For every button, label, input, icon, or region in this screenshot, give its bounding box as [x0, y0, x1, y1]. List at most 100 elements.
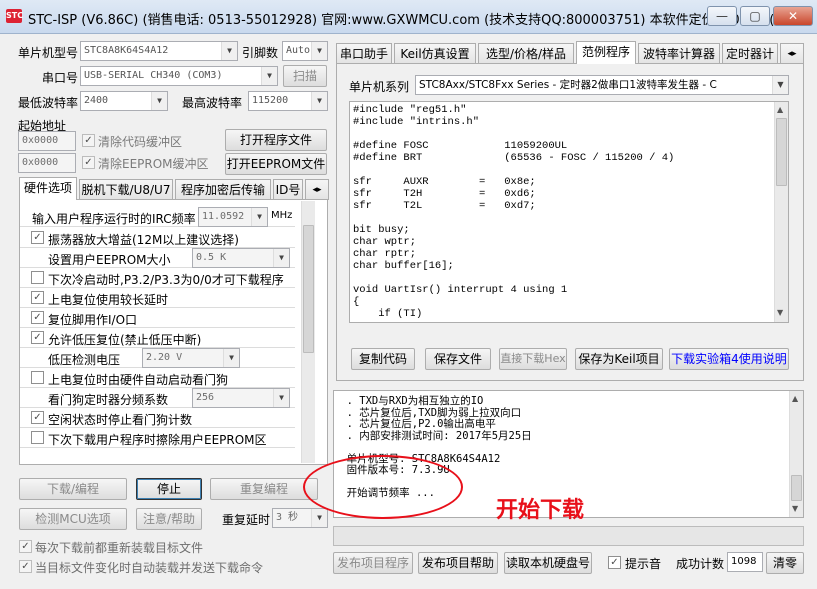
mcu-model-select[interactable]: STC8A8K64S4A12 ▼ [80, 41, 238, 61]
max-baud-label: 最高波特率 [182, 96, 243, 110]
log-line: . 内部安排测试时间: 2017年5月25日 [334, 429, 532, 442]
eeprom-size-label: 设置用户EEPROM大小 [48, 253, 171, 267]
eeprom-size-select[interactable]: 0.5 K ▼ [192, 248, 290, 268]
log-scrollbar[interactable]: ▲ ▼ [789, 391, 803, 517]
erase-eeprom-checkbox[interactable] [31, 431, 44, 444]
chevron-down-icon: ▼ [311, 42, 327, 60]
option-row[interactable]: ✓ 振荡器放大增益(12M以上建议选择) [20, 228, 295, 248]
option-row[interactable]: 上电复位时由硬件自动启动看门狗 [20, 368, 295, 388]
tab-scroll-arrows[interactable]: ◂▸ [305, 179, 329, 200]
osc-amp-checkbox[interactable]: ✓ [31, 231, 44, 244]
clear-code-checkbox[interactable]: ✓ [82, 134, 95, 147]
retry-delay-select[interactable]: 3 秒 ▼ [272, 508, 328, 528]
scroll-down-icon[interactable]: ▼ [792, 504, 798, 513]
option-row[interactable]: ✓ 复位脚用作I/O口 [20, 308, 295, 328]
low-volt-reset-label: 允许低压复位(禁止低压中断) [48, 333, 202, 347]
code-text: #include "reg51.h" #include "intrins.h" #… [353, 104, 674, 320]
stc-app-icon: STC [6, 9, 23, 23]
max-baud-select[interactable]: 115200 ▼ [248, 91, 328, 111]
code-scrollbar[interactable]: ▲ ▼ [774, 102, 788, 322]
reload-each-checkbox[interactable]: ✓ [19, 540, 32, 553]
help-button[interactable]: 注意/帮助 [136, 508, 202, 530]
code-address-input[interactable]: 0x0000 [18, 131, 76, 151]
series-select[interactable]: STC8Axx/STC8Fxx Series - 定时器2做串口1波特率发生器 … [415, 75, 789, 95]
scan-button[interactable]: 扫描 [283, 65, 327, 87]
chevron-down-icon: ▼ [251, 208, 267, 226]
option-row[interactable]: ✓ 空闲状态时停止看门狗计数 [20, 408, 295, 428]
com-port-select[interactable]: USB-SERIAL CH340 (COM3) ▼ [80, 66, 278, 86]
save-file-button[interactable]: 保存文件 [425, 348, 491, 370]
option-row[interactable]: ✓ 上电复位使用较长延时 [20, 288, 295, 308]
low-volt-reset-checkbox[interactable]: ✓ [31, 331, 44, 344]
sound-checkbox[interactable]: ✓ [608, 556, 621, 569]
scroll-up-icon[interactable]: ▲ [792, 394, 798, 403]
scroll-down-icon[interactable]: ▼ [777, 308, 783, 317]
tab-id-number[interactable]: ID号 [273, 179, 303, 200]
open-eeprom-button[interactable]: 打开EEPROM文件 [225, 153, 327, 175]
read-disk-button[interactable]: 读取本机硬盘号 [504, 552, 592, 574]
reset-io-checkbox[interactable]: ✓ [31, 311, 44, 324]
tab-hardware-options[interactable]: 硬件选项 [19, 177, 77, 200]
watchdog-auto-checkbox[interactable] [31, 371, 44, 384]
option-row[interactable]: 下次冷启动时,P3.2/P3.3为0/0才可下载程序 [20, 268, 295, 288]
minimize-button[interactable]: — [707, 6, 737, 26]
irc-frequency-select[interactable]: 11.0592 ▼ [198, 207, 268, 227]
chevron-down-icon: ▼ [223, 349, 239, 367]
cold-boot-label: 下次冷启动时,P3.2/P3.3为0/0才可下载程序 [48, 273, 284, 287]
option-row[interactable]: ✓ 允许低压复位(禁止低压中断) [20, 328, 295, 348]
tab-examples[interactable]: 范例程序 [576, 41, 636, 64]
tab-baud-calculator[interactable]: 波特率计算器 [638, 43, 720, 64]
code-line: #include "reg51.h" [353, 104, 467, 116]
chevron-down-icon: ▼ [311, 509, 327, 527]
tab-encrypted-transfer[interactable]: 程序加密后传输 [175, 179, 271, 200]
clear-eeprom-checkbox[interactable]: ✓ [82, 156, 95, 169]
tab-keil-sim[interactable]: Keil仿真设置 [394, 43, 476, 64]
scrollbar-thumb[interactable] [791, 475, 802, 501]
code-line: if (TI) [353, 308, 423, 320]
save-keil-button[interactable]: 保存为Keil项目 [575, 348, 663, 370]
clear-count-button[interactable]: 清零 [766, 552, 804, 574]
copy-code-button[interactable]: 复制代码 [351, 348, 415, 370]
auto-reload-checkbox[interactable]: ✓ [19, 560, 32, 573]
wdt-div-select[interactable]: 256 ▼ [192, 388, 290, 408]
cold-boot-checkbox[interactable] [31, 271, 44, 284]
eeprom-address-input[interactable]: 0x0000 [18, 153, 76, 173]
pin-count-select[interactable]: Auto ▼ [282, 41, 328, 61]
code-viewer[interactable]: #include "reg51.h" #include "intrins.h" #… [349, 101, 789, 323]
check-mcu-button[interactable]: 检测MCU选项 [19, 508, 127, 530]
tab-timer-calc[interactable]: 定时器计 [722, 43, 778, 64]
chevron-down-icon: ▼ [273, 249, 289, 267]
stop-button[interactable]: 停止 [136, 478, 202, 500]
low-volt-label: 低压检测电压 [48, 353, 121, 367]
options-scrollbar[interactable] [301, 201, 315, 463]
scrollbar-thumb[interactable] [303, 225, 314, 353]
idle-wdt-checkbox[interactable]: ✓ [31, 411, 44, 424]
scrollbar-thumb[interactable] [776, 118, 787, 186]
direct-download-button[interactable]: 直接下载Hex [499, 348, 567, 370]
min-baud-select[interactable]: 2400 ▼ [80, 91, 168, 111]
code-line: bit busy; [353, 224, 410, 236]
publish-help-button[interactable]: 发布项目帮助 [418, 552, 498, 574]
tab-selection-price[interactable]: 选型/价格/样品 [478, 43, 574, 64]
low-volt-select[interactable]: 2.20 V ▼ [142, 348, 240, 368]
tab-serial-assistant[interactable]: 串口助手 [336, 43, 392, 64]
tab-offline-download[interactable]: 脱机下载/U8/U7 [79, 179, 173, 200]
publish-project-button[interactable]: 发布项目程序 [333, 552, 413, 574]
reprogram-button[interactable]: 重复编程 [210, 478, 318, 500]
download-button[interactable]: 下载/编程 [19, 478, 127, 500]
open-program-button[interactable]: 打开程序文件 [225, 129, 327, 151]
scroll-up-icon[interactable]: ▲ [777, 105, 783, 114]
chevron-down-icon: ▼ [221, 42, 237, 60]
irc-frequency-label: 输入用户程序运行时的IRC频率 [32, 212, 196, 226]
maximize-button[interactable]: ▢ [740, 6, 770, 26]
chevron-down-icon: ▼ [772, 76, 788, 94]
close-button[interactable]: ✕ [773, 6, 813, 26]
long-reset-checkbox[interactable]: ✓ [31, 291, 44, 304]
code-line: #define FOSC 11059200UL [353, 140, 568, 152]
code-line: sfr T2L = 0xd7; [353, 200, 536, 212]
min-baud-label: 最低波特率 [18, 96, 79, 110]
kit-manual-link[interactable]: 下载实验箱4使用说明 [669, 348, 789, 370]
tab-scroll-arrows[interactable]: ◂▸ [780, 43, 804, 64]
option-row[interactable]: 下次下载用户程序时擦除用户EEPROM区 [20, 428, 295, 448]
